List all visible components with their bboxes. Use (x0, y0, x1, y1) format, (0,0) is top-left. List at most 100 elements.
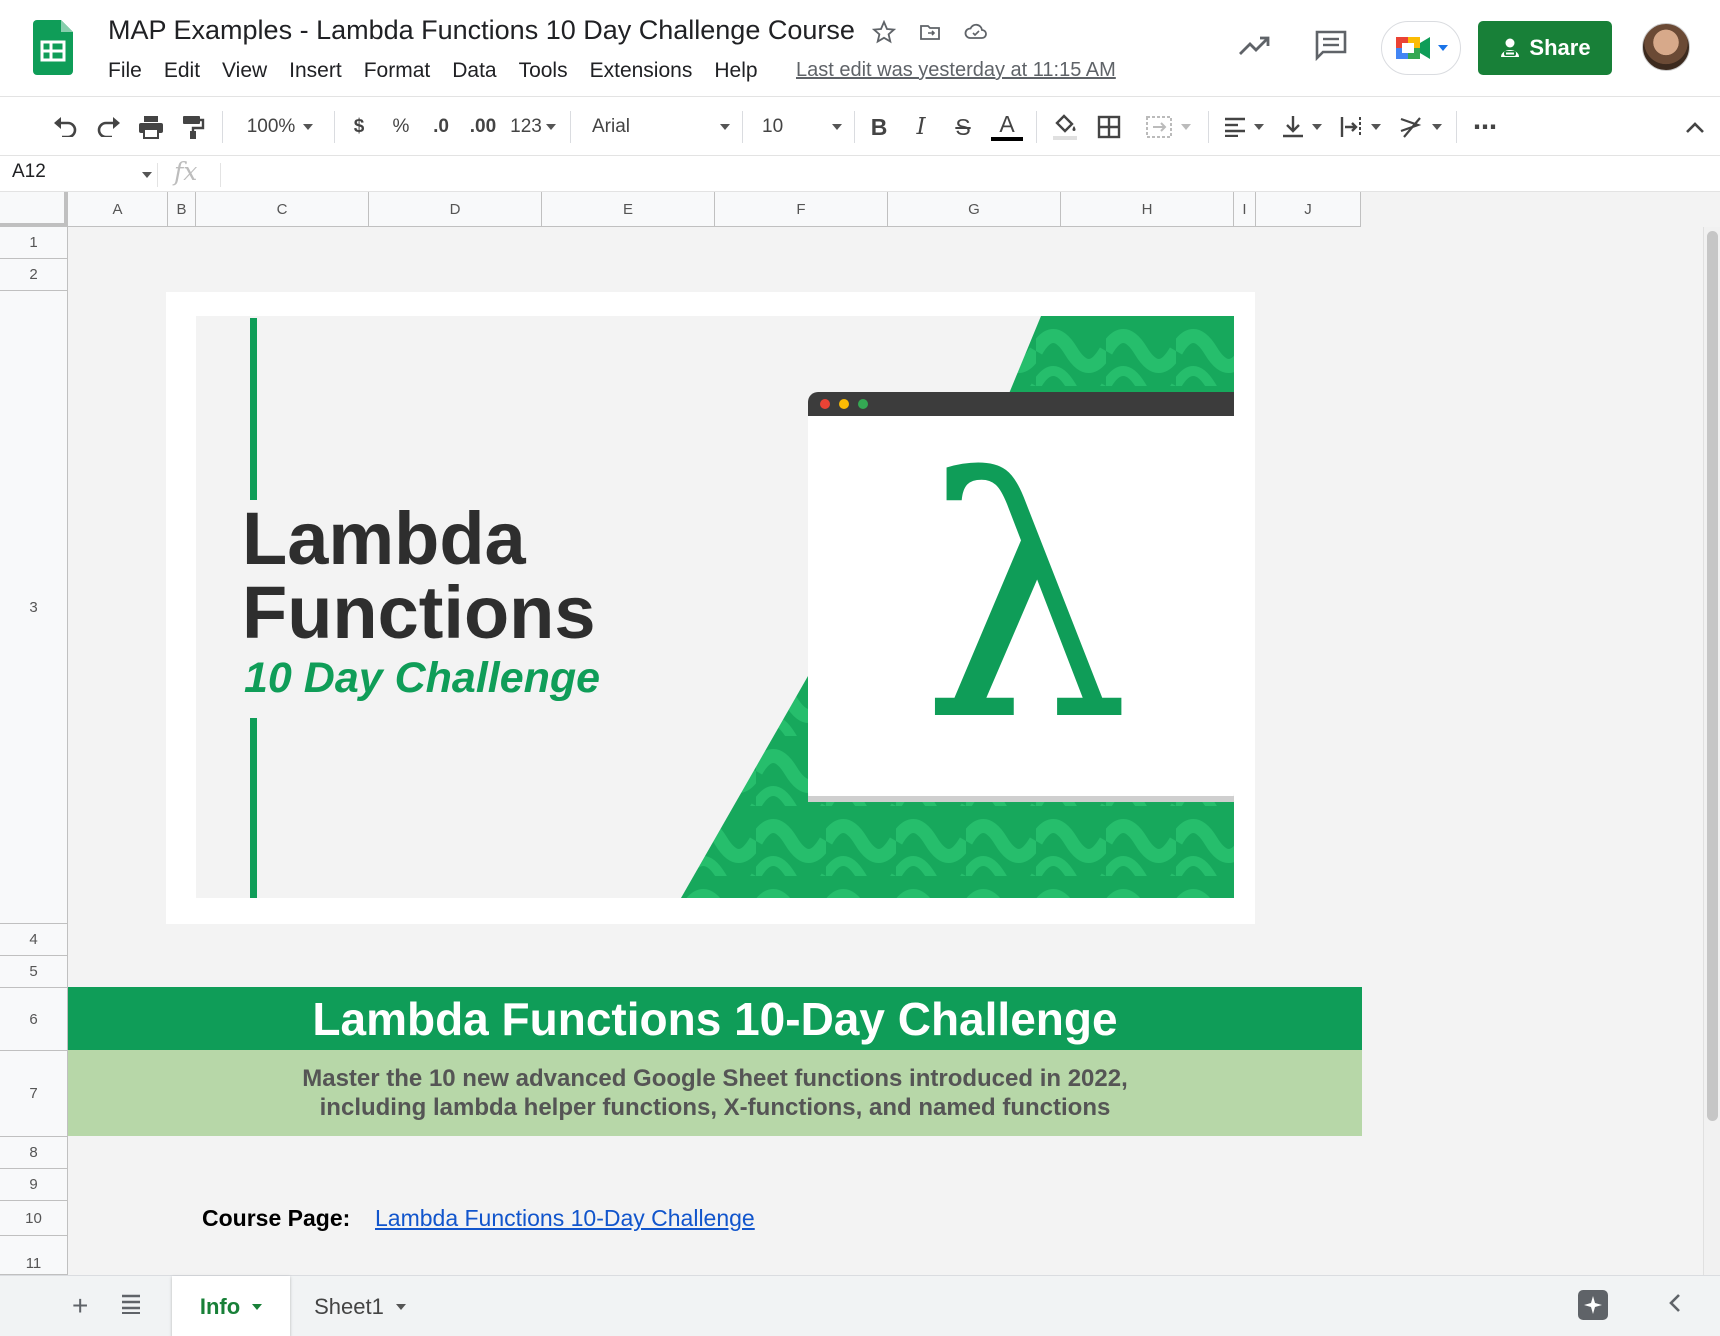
column-header-d[interactable]: D (369, 192, 542, 227)
text-wrap-icon[interactable] (1336, 97, 1384, 157)
meet-button[interactable] (1381, 21, 1461, 75)
row-header-11[interactable]: 11 (0, 1236, 68, 1275)
row-header-7[interactable]: 7 (0, 1051, 68, 1137)
name-box[interactable]: A12 (12, 161, 46, 183)
font-family-value: Arial (592, 116, 631, 137)
redo-icon[interactable] (92, 97, 126, 157)
menu-bar: File Edit View Insert Format Data Tools … (97, 56, 769, 86)
cloud-saved-icon[interactable] (962, 18, 990, 46)
horizontal-align-icon[interactable] (1220, 97, 1268, 157)
course-banner-image[interactable]: Lambda Functions 10 Day Challenge λ (166, 292, 1255, 924)
all-sheets-icon[interactable] (120, 1292, 142, 1314)
fill-color-icon[interactable] (1048, 97, 1082, 157)
strikethrough-button[interactable]: S (950, 97, 976, 157)
document-title[interactable]: MAP Examples - Lambda Functions 10 Day C… (108, 15, 855, 46)
row-header-5[interactable]: 5 (0, 956, 68, 988)
more-options-icon[interactable]: ⋯ (1468, 97, 1502, 157)
bold-button[interactable]: B (866, 97, 892, 157)
explore-icon[interactable] (1578, 1290, 1608, 1320)
increase-decimal-button[interactable]: .00 (464, 97, 502, 157)
menu-help[interactable]: Help (703, 56, 768, 86)
column-header-c[interactable]: C (196, 192, 369, 227)
menu-view[interactable]: View (211, 56, 278, 86)
course-page-link[interactable]: Lambda Functions 10-Day Challenge (375, 1205, 755, 1232)
column-header-a[interactable]: A (68, 192, 168, 227)
sheets-logo-icon[interactable] (33, 20, 73, 75)
text-rotation-icon[interactable] (1396, 97, 1444, 157)
column-header-j[interactable]: J (1256, 192, 1361, 227)
vertical-scrollbar[interactable] (1703, 227, 1720, 1275)
toolbar-divider (1036, 111, 1037, 143)
side-panel-toggle-icon[interactable] (1668, 1292, 1682, 1321)
print-icon[interactable] (134, 97, 168, 157)
chevron-down-icon[interactable] (142, 172, 152, 178)
menu-edit[interactable]: Edit (153, 56, 211, 86)
star-icon[interactable] (870, 18, 898, 46)
chevron-down-icon (1432, 124, 1442, 130)
sheet-tab-info[interactable]: Info (172, 1276, 290, 1336)
column-header-b[interactable]: B (168, 192, 196, 227)
select-all-corner[interactable] (0, 192, 68, 227)
chevron-down-icon (1181, 124, 1191, 130)
chevron-down-icon (720, 124, 730, 130)
collapse-menus-icon[interactable] (1680, 97, 1710, 157)
vertical-align-icon[interactable] (1278, 97, 1326, 157)
row-header-2[interactable]: 2 (0, 259, 68, 291)
sheet-tab-sheet1[interactable]: Sheet1 (296, 1276, 424, 1336)
share-label: Share (1529, 35, 1591, 60)
row-header-9[interactable]: 9 (0, 1169, 68, 1201)
sheet-subtitle-cell[interactable]: Master the 10 new advanced Google Sheet … (68, 1050, 1362, 1136)
sheet-title-cell[interactable]: Lambda Functions 10-Day Challenge (68, 987, 1362, 1050)
font-size-value: 10 (762, 116, 784, 137)
paint-format-icon[interactable] (176, 97, 210, 157)
text-color-swatch (991, 137, 1023, 141)
user-avatar[interactable] (1642, 23, 1690, 71)
column-header-f[interactable]: F (715, 192, 888, 227)
toolbar-divider (742, 111, 743, 143)
column-header-i[interactable]: I (1234, 192, 1256, 227)
banner-title-line1: Lambda (242, 497, 526, 580)
more-formats-button[interactable]: 123 (508, 97, 558, 157)
formula-input[interactable] (230, 161, 1690, 187)
toolbar-divider (334, 111, 335, 143)
row-header-1[interactable]: 1 (0, 227, 68, 259)
row-header-6[interactable]: 6 (0, 988, 68, 1051)
toolbar-divider (222, 111, 223, 143)
row-header-3[interactable]: 3 (0, 291, 68, 924)
row-header-8[interactable]: 8 (0, 1137, 68, 1169)
column-header-e[interactable]: E (542, 192, 715, 227)
spreadsheet-grid[interactable]: A B C D E F G H I J 1 2 3 4 5 6 7 8 9 10… (0, 192, 1720, 1275)
menu-file[interactable]: File (97, 56, 153, 86)
menu-tools[interactable]: Tools (508, 56, 579, 86)
more-formats-label: 123 (510, 116, 542, 137)
menu-format[interactable]: Format (353, 56, 442, 86)
last-edit-link[interactable]: Last edit was yesterday at 11:15 AM (796, 59, 1116, 82)
move-folder-icon[interactable] (916, 18, 944, 46)
undo-icon[interactable] (48, 97, 82, 157)
merge-cells-icon[interactable] (1138, 97, 1198, 157)
scrollbar-thumb[interactable] (1707, 231, 1718, 1121)
italic-button[interactable]: I (908, 97, 934, 157)
menu-insert[interactable]: Insert (278, 56, 353, 86)
row-header-4[interactable]: 4 (0, 924, 68, 956)
decrease-decimal-button[interactable]: .0 (426, 97, 456, 157)
menu-extensions[interactable]: Extensions (579, 56, 704, 86)
text-color-button[interactable]: A (990, 97, 1024, 157)
currency-format-button[interactable]: $ (346, 97, 372, 157)
chevron-down-icon[interactable] (252, 1303, 263, 1310)
font-size-select[interactable]: 10 (762, 97, 842, 157)
add-sheet-icon[interactable]: + (72, 1290, 88, 1322)
activity-trend-icon[interactable] (1238, 30, 1272, 60)
comment-history-icon[interactable] (1314, 28, 1348, 62)
chevron-down-icon[interactable] (395, 1303, 406, 1310)
share-person-icon (1501, 38, 1520, 57)
share-button[interactable]: Share (1478, 21, 1612, 75)
font-family-select[interactable]: Arial (592, 97, 730, 157)
row-header-10[interactable]: 10 (0, 1201, 68, 1236)
percent-format-button[interactable]: % (388, 97, 414, 157)
column-header-g[interactable]: G (888, 192, 1061, 227)
menu-data[interactable]: Data (441, 56, 507, 86)
zoom-select[interactable]: 100% (238, 97, 322, 157)
borders-icon[interactable] (1092, 97, 1126, 157)
column-header-h[interactable]: H (1061, 192, 1234, 227)
